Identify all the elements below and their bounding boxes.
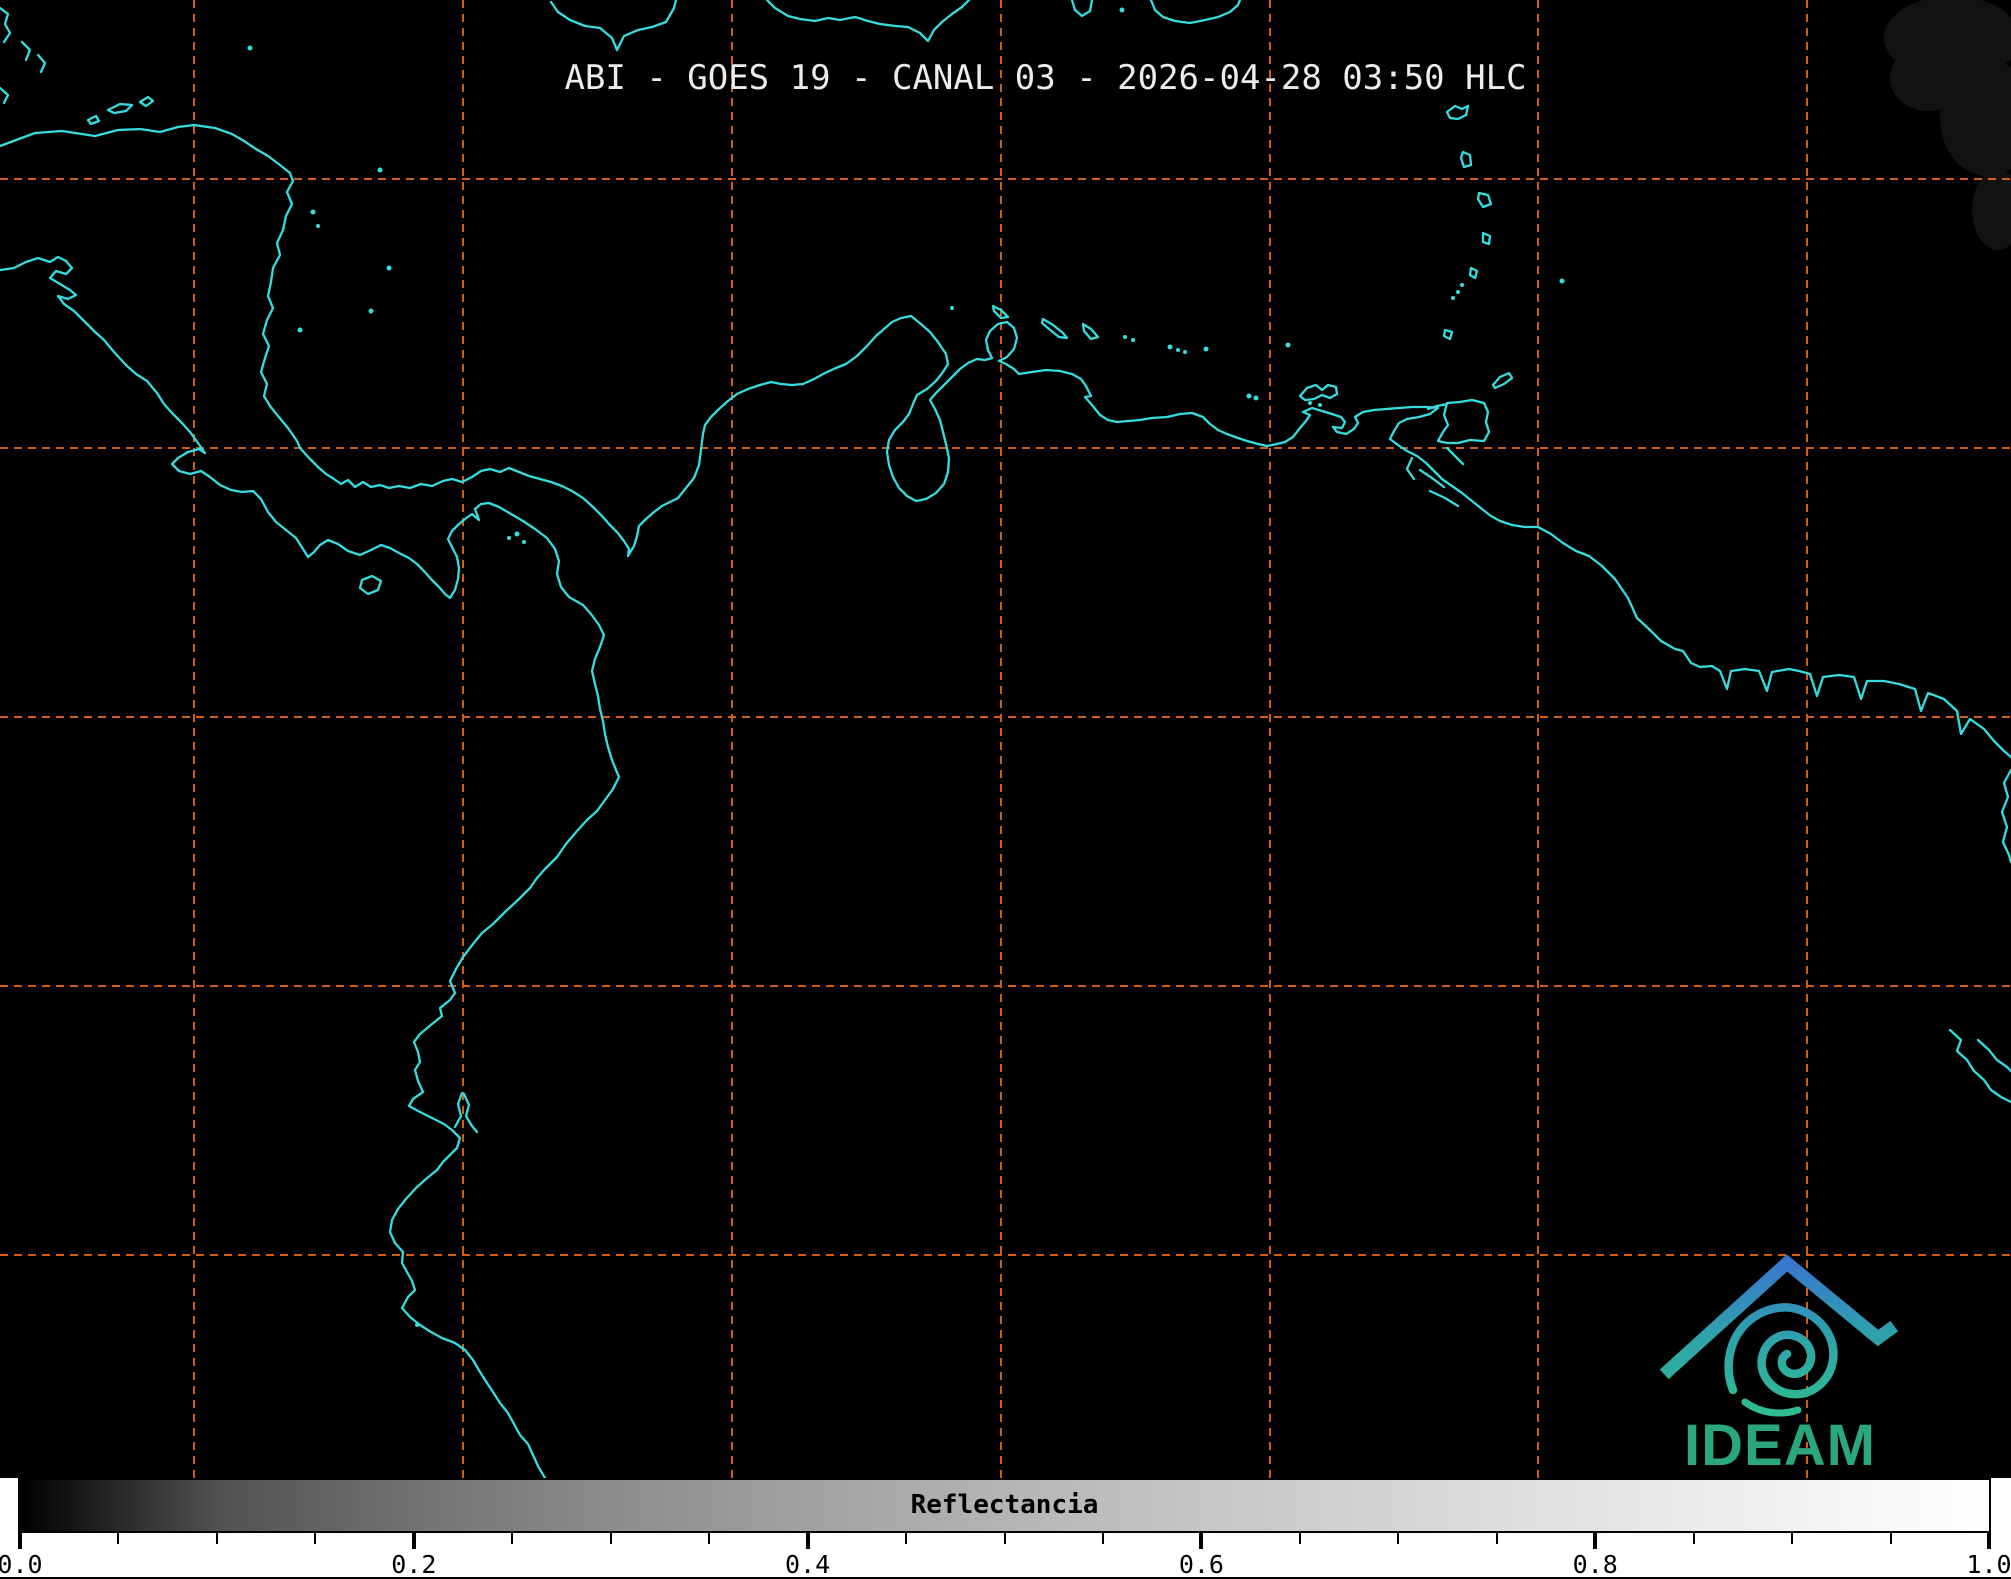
colorbar-tick (1397, 1533, 1400, 1544)
island-bonaire (1081, 322, 1100, 341)
coastline-orinoco-delta (1405, 446, 1465, 508)
colorbar-label: Reflectancia (910, 1490, 1099, 1520)
colorbar: Reflectancia (18, 1478, 1991, 1533)
colorbar-tick (1692, 1533, 1695, 1544)
colorbar-tick (117, 1533, 120, 1544)
colorbar-tick (1593, 1533, 1598, 1549)
colorbar-tick (1889, 1533, 1892, 1544)
colorbar-tick (411, 1533, 416, 1549)
colorbar-tick-label: 1.0 (1966, 1550, 2011, 1579)
island-tobago (1491, 371, 1514, 390)
island-roatan (106, 102, 134, 115)
island-guanaja (138, 95, 155, 108)
coastline-guayaquil (453, 1091, 479, 1134)
colorbar-strip: Reflectancia 0.0 0.2 0.4 0.6 0.8 1.0 (0, 1478, 2011, 1579)
coastline-edge (2000, 768, 2011, 864)
colorbar-tick (1495, 1533, 1498, 1544)
colorbar-tick (1003, 1533, 1006, 1544)
island-st-vincent (1468, 266, 1479, 280)
coastline-puerto-rico (1149, 0, 1242, 25)
coastline-saona (1070, 0, 1094, 18)
colorbar-tick-label: 0.8 (1572, 1550, 1618, 1579)
colorbar-tick-label: 0.6 (1178, 1550, 1224, 1579)
island-trinidad (1426, 398, 1491, 445)
island-coiba (358, 574, 383, 596)
coastline-amazon (1948, 1028, 2011, 1104)
island-utila (86, 114, 101, 126)
colorbar-tick (609, 1533, 612, 1544)
colorbar-tick (314, 1533, 317, 1544)
island-guadeloupe (1445, 104, 1470, 121)
colorbar-tick (1199, 1533, 1204, 1549)
ideam-logo-text: IDEAM (1684, 1413, 1876, 1478)
colorbar-tick (1791, 1533, 1794, 1544)
coastline-pacific (0, 255, 621, 1478)
coastline-caribbean-mainland (0, 123, 2011, 759)
ideam-logo: IDEAM (1650, 1240, 1910, 1478)
island-martinique (1476, 191, 1493, 209)
colorbar-tick (18, 1533, 22, 1549)
goes-satellite-product: { "title": { "text": "ABI - GOES 19 - CA… (0, 0, 2011, 1579)
colorbar-tick (1101, 1533, 1104, 1544)
island-aruba (991, 304, 1010, 320)
colorbar-tick (905, 1533, 908, 1544)
colorbar-tick-label: 0.4 (785, 1550, 831, 1579)
colorbar-tick-labels: 0.0 0.2 0.4 0.6 0.8 1.0 (0, 1550, 2011, 1579)
island-curacao (1040, 317, 1069, 340)
map-title: ABI - GOES 19 - CANAL 03 - 2026-04-28 03… (564, 58, 1527, 98)
colorbar-tick-label: 0.0 (0, 1550, 43, 1579)
island-margarita (1298, 383, 1339, 402)
satellite-map: ABI - GOES 19 - CANAL 03 - 2026-04-28 03… (0, 0, 2011, 1478)
colorbar-tick (805, 1533, 810, 1549)
island-dots (247, 7, 1565, 1327)
coastline-hispaniola (765, 0, 971, 43)
island-grenada (1442, 328, 1454, 341)
colorbar-tick (708, 1533, 711, 1544)
colorbar-tick (511, 1533, 514, 1544)
coastline-belize (0, 6, 47, 105)
colorbar-tick (1298, 1533, 1301, 1544)
coastline-jamaica (549, 0, 678, 52)
island-dominica (1459, 150, 1473, 169)
colorbar-tick (1987, 1533, 1991, 1549)
colorbar-tick-label: 0.2 (391, 1550, 437, 1579)
colorbar-tick (215, 1533, 218, 1544)
island-st-lucia (1481, 231, 1492, 246)
